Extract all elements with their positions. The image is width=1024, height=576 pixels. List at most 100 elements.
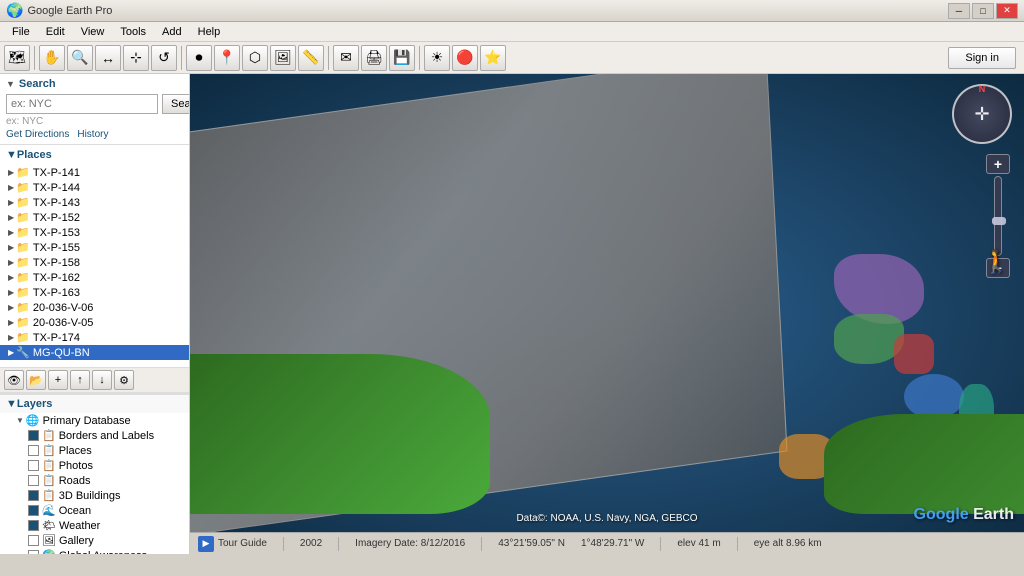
place-label: MG-QU-BN <box>33 347 90 359</box>
place-item[interactable]: ▶📁TX-P-141 <box>0 165 189 180</box>
toolbar-rotate-btn[interactable]: ↺ <box>151 45 177 71</box>
layer-item[interactable]: ▼🌐Primary Database <box>0 413 189 428</box>
list-add-btn[interactable]: + <box>48 370 68 390</box>
layer-item[interactable]: 📋Photos <box>0 458 189 473</box>
folder-icon: 📁 <box>16 316 30 329</box>
street-view-person[interactable]: 🚶 <box>983 249 1010 275</box>
layer-item[interactable]: 🌤Weather <box>0 518 189 533</box>
compass-ring: N ✛ <box>952 84 1012 144</box>
place-item[interactable]: ▶📁20-036-V-06 <box>0 300 189 315</box>
region-red <box>894 334 934 374</box>
place-item[interactable]: ▶📁TX-P-158 <box>0 255 189 270</box>
globe-icon: 🌐 <box>26 414 40 427</box>
layer-arrow: ▼ <box>16 416 24 425</box>
menu-add[interactable]: Add <box>154 24 190 40</box>
main-area: ▼ Search Search ex: NYC Get Directions H… <box>0 74 1024 554</box>
toolbar-path-btn[interactable]: 📍 <box>214 45 240 71</box>
menu-view[interactable]: View <box>73 24 113 40</box>
menubar: File Edit View Tools Add Help <box>0 22 1024 42</box>
maximize-button[interactable]: □ <box>972 3 994 19</box>
layer-checkbox[interactable] <box>28 550 39 554</box>
close-button[interactable]: ✕ <box>996 3 1018 19</box>
compass-arrow: ✛ <box>974 104 989 125</box>
list-settings-btn[interactable]: ⚙ <box>114 370 134 390</box>
minimize-button[interactable]: ─ <box>948 3 970 19</box>
place-label: TX-P-152 <box>33 212 80 224</box>
toolbar-print-btn[interactable]: 🖨 <box>361 45 387 71</box>
toolbar-overlay-btn[interactable]: 🖼 <box>270 45 296 71</box>
layer-item[interactable]: 🌊Ocean <box>0 503 189 518</box>
layer-checkbox[interactable] <box>28 460 39 471</box>
status-divider-1 <box>283 537 284 551</box>
layer-item[interactable]: 📋Places <box>0 443 189 458</box>
layer-checkbox[interactable] <box>28 535 39 546</box>
toolbar-polygon-btn[interactable]: ⬡ <box>242 45 268 71</box>
map-area[interactable]: N ✛ + − 🚶 Data©: NOAA, U.S. Navy, NGA, G… <box>190 74 1024 554</box>
zoom-thumb <box>992 217 1006 225</box>
layer-item[interactable]: 🖼Gallery <box>0 533 189 548</box>
list-eye-btn[interactable]: 👁 <box>4 370 24 390</box>
place-item[interactable]: ▶📁TX-P-153 <box>0 225 189 240</box>
list-move-up-btn[interactable]: ↑ <box>70 370 90 390</box>
place-item[interactable]: ▶📁TX-P-152 <box>0 210 189 225</box>
tour-icon[interactable]: ▶ <box>198 536 214 552</box>
list-move-down-btn[interactable]: ↓ <box>92 370 112 390</box>
toolbar-cursor-btn[interactable]: ✋ <box>39 45 65 71</box>
zoom-in-button[interactable]: + <box>986 154 1010 174</box>
layer-item[interactable]: 📋3D Buildings <box>0 488 189 503</box>
toolbar-mars-btn[interactable]: 🔴 <box>452 45 478 71</box>
place-item[interactable]: ▶📁TX-P-155 <box>0 240 189 255</box>
place-item[interactable]: ▶📁20-036-V-05 <box>0 315 189 330</box>
layer-checkbox[interactable] <box>28 490 39 501</box>
list-toolbar: 👁 📂 + ↑ ↓ ⚙ <box>0 367 189 393</box>
left-panel: ▼ Search Search ex: NYC Get Directions H… <box>0 74 190 554</box>
search-header[interactable]: ▼ Search <box>6 78 183 90</box>
menu-help[interactable]: Help <box>190 24 229 40</box>
toolbar-sun-btn[interactable]: ☀ <box>424 45 450 71</box>
place-label: TX-P-162 <box>33 272 80 284</box>
place-item[interactable]: ▶🔧MG-QU-BN <box>0 345 189 360</box>
toolbar-map-btn[interactable]: 🗺 <box>4 45 30 71</box>
menu-file[interactable]: File <box>4 24 38 40</box>
menu-tools[interactable]: Tools <box>112 24 154 40</box>
toolbar-record-btn[interactable]: ⏺ <box>186 45 212 71</box>
layer-item[interactable]: 🌍Global Awareness <box>0 548 189 554</box>
get-directions-link[interactable]: Get Directions <box>6 129 69 140</box>
place-item[interactable]: ▶📁TX-P-162 <box>0 270 189 285</box>
layer-label: Gallery <box>59 535 94 547</box>
toolbar-move-btn[interactable]: ↔ <box>95 45 121 71</box>
signin-button[interactable]: Sign in <box>948 47 1016 69</box>
layer-checkbox[interactable] <box>28 505 39 516</box>
zoom-slider[interactable] <box>994 176 1002 256</box>
place-item[interactable]: ▶📁TX-P-174 <box>0 330 189 345</box>
layer-checkbox[interactable] <box>28 445 39 456</box>
search-button[interactable]: Search <box>162 94 190 114</box>
layer-checkbox[interactable] <box>28 475 39 486</box>
layer-item[interactable]: 📋Borders and Labels <box>0 428 189 443</box>
search-input[interactable] <box>6 94 158 114</box>
layer-checkbox[interactable] <box>28 430 39 441</box>
toolbar-measure-btn[interactable]: 📏 <box>298 45 324 71</box>
toolbar-email-btn[interactable]: ✉ <box>333 45 359 71</box>
compass[interactable]: N ✛ <box>952 84 1012 144</box>
place-arrow: ▶ <box>8 198 14 207</box>
places-section: ▼ Places ▶📁TX-P-141▶📁TX-P-144▶📁TX-P-143▶… <box>0 145 189 394</box>
toolbar-tilt-btn[interactable]: ⊹ <box>123 45 149 71</box>
list-folder-btn[interactable]: 📂 <box>26 370 46 390</box>
place-item[interactable]: ▶📁TX-P-143 <box>0 195 189 210</box>
place-item[interactable]: ▶📁TX-P-163 <box>0 285 189 300</box>
menu-edit[interactable]: Edit <box>38 24 73 40</box>
place-label: TX-P-143 <box>33 197 80 209</box>
toolbar-zoom-btn[interactable]: 🔍 <box>67 45 93 71</box>
year-label: 2002 <box>300 538 322 549</box>
layer-item[interactable]: 📋Roads <box>0 473 189 488</box>
toolbar-save-btn[interactable]: 💾 <box>389 45 415 71</box>
layer-checkbox[interactable] <box>28 520 39 531</box>
layers-header[interactable]: ▼ Layers <box>0 394 189 413</box>
places-header[interactable]: ▼ Places <box>0 145 189 165</box>
toolbar-sky-btn[interactable]: ⭐ <box>480 45 506 71</box>
folder-icon: 📁 <box>16 196 30 209</box>
place-item[interactable]: ▶📁TX-P-144 <box>0 180 189 195</box>
place-arrow: ▶ <box>8 168 14 177</box>
history-link[interactable]: History <box>77 129 108 140</box>
